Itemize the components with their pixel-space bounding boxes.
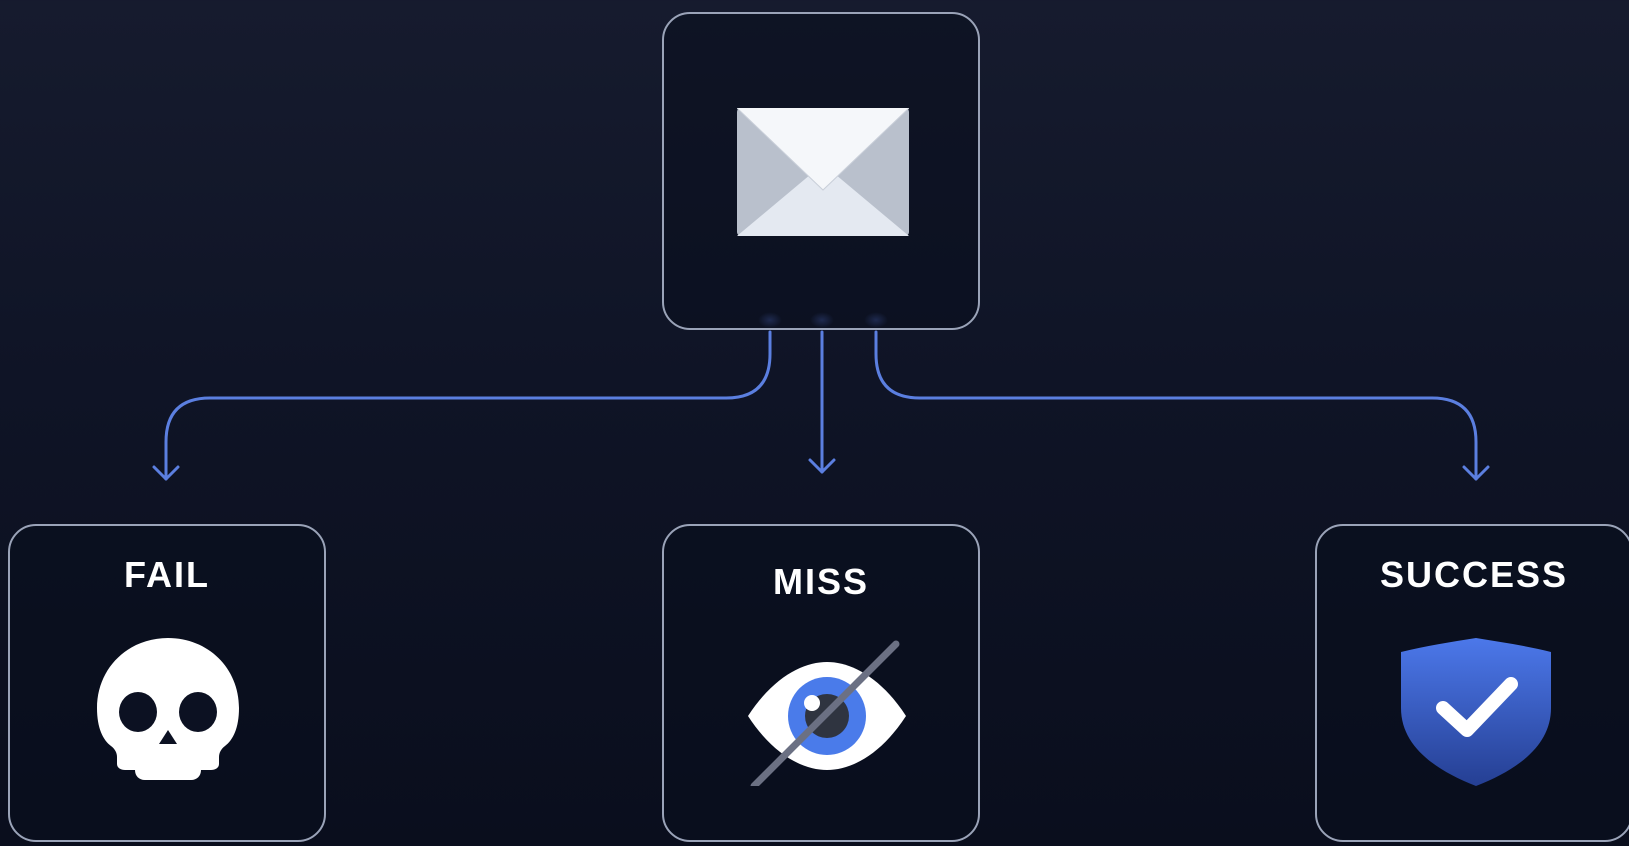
outcome-card-miss: MISS	[662, 524, 980, 842]
outcome-diagram: FAIL MISS SUCCESS	[0, 0, 1629, 846]
envelope-icon	[737, 108, 909, 236]
connector-fail	[164, 330, 772, 481]
eye-slash-icon	[748, 640, 906, 786]
outcome-label-fail: FAIL	[124, 554, 210, 595]
outcome-card-fail: FAIL	[8, 524, 326, 842]
outcome-label-miss: MISS	[772, 561, 869, 602]
source-card	[662, 12, 980, 330]
outcome-card-success: SUCCESS	[1315, 524, 1629, 842]
outcome-label-success: SUCCESS	[1379, 554, 1569, 595]
connector-success	[874, 330, 1478, 481]
skull-icon	[97, 638, 239, 780]
shield-check-icon	[1401, 638, 1551, 786]
